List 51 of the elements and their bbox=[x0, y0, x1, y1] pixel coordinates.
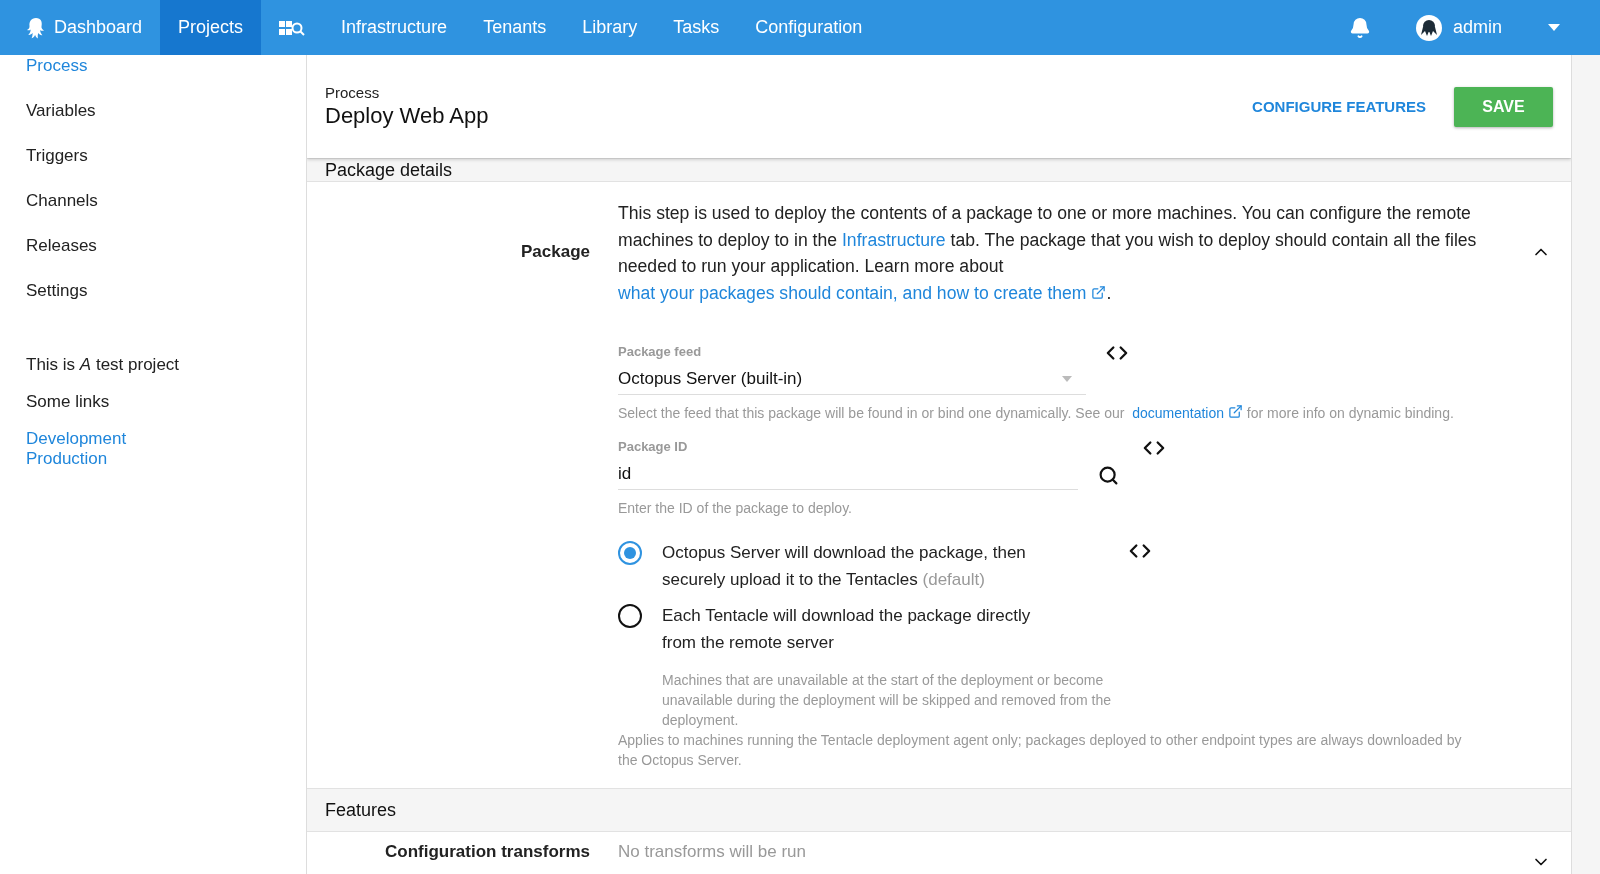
nav-link[interactable]: Infrastructure bbox=[323, 0, 466, 55]
sidebar-item[interactable]: Triggers bbox=[26, 145, 306, 190]
help-text: Applies to machines running the Tentacle deployment agent only; packages deployed to other endpoint types are always downloaded by the Octopus Server. bbox=[618, 731, 1463, 770]
search-icon[interactable] bbox=[1098, 465, 1119, 486]
section-title: Package details bbox=[325, 159, 453, 181]
external-link-icon bbox=[1091, 284, 1107, 300]
radio-button[interactable] bbox=[618, 541, 642, 565]
dropdown-caret-icon bbox=[1062, 376, 1072, 382]
links-heading: Some links bbox=[26, 392, 111, 412]
grid-search-icon bbox=[279, 18, 306, 37]
sidebar-item[interactable]: Process bbox=[26, 55, 306, 100]
nav-link[interactable]: Tenants bbox=[465, 0, 565, 55]
nav-link[interactable]: Projects bbox=[160, 0, 262, 55]
row-summary: No transforms will be run bbox=[618, 842, 806, 861]
configure-features-button[interactable]: CONFIGURE FEATURES bbox=[1246, 97, 1432, 116]
nav-link[interactable]: Library bbox=[564, 0, 656, 55]
package-id-field[interactable]: Package ID id bbox=[618, 437, 1078, 490]
page-title: Deploy Web App bbox=[325, 103, 489, 129]
octopus-logo-icon bbox=[26, 16, 46, 39]
user-menu[interactable]: admin bbox=[1414, 13, 1560, 42]
row-label: Configuration transforms bbox=[384, 841, 590, 862]
description-link[interactable]: to create them bbox=[974, 282, 1107, 303]
sidebar-link[interactable]: Production bbox=[26, 449, 306, 469]
package-description: This step is used to deploy the contents of a package to one or more machines. You can configure the remote machines to deploy to in the Infrastructure tab. The package that you wish to deploy should contain all the files needed to run your application. Learn more about what your packages should contain, and how to create them . bbox=[618, 202, 1478, 305]
documentation-link[interactable]: documentation bbox=[1132, 405, 1243, 421]
description-link[interactable]: what your packages should contain, and how bbox=[618, 282, 970, 303]
help-text: Enter the ID of the package to deploy. bbox=[618, 499, 853, 518]
save-button[interactable]: SAVE bbox=[1454, 86, 1553, 127]
radio-button[interactable] bbox=[618, 604, 642, 628]
sidebar-item[interactable]: Settings bbox=[26, 280, 306, 325]
nav-link[interactable]: Tasks bbox=[655, 0, 738, 55]
radio-label: Octopus Server will download the package, then securely upload it to the Tentacles (default) bbox=[662, 542, 1027, 591]
breadcrumb: Process bbox=[325, 84, 381, 101]
nav-link[interactable]: Configuration bbox=[737, 0, 881, 55]
project-description: This is A test project bbox=[26, 355, 181, 375]
sidebar-item[interactable]: Releases bbox=[26, 235, 306, 280]
radio-label: Each Tentacle will download the package directly from the remote server bbox=[662, 605, 1032, 654]
package-feed-select[interactable]: Package feed Octopus Server (built-in) bbox=[618, 342, 1086, 395]
section-title: Features bbox=[325, 799, 397, 821]
help-text: Select the feed that this package will be found in or bind one dynamically. See our documentation for more info on dynamic binding. bbox=[618, 403, 1455, 423]
sidebar-item[interactable]: Channels bbox=[26, 190, 306, 235]
caret-icon bbox=[1548, 23, 1560, 32]
sidebar-link[interactable]: Development bbox=[26, 429, 306, 449]
help-text: Machines that are unavailable at the start of the deployment or become unavailable during the deployment will be skipped and removed from the deployment. bbox=[661, 671, 1113, 730]
nav-link[interactable]: Dashboard bbox=[8, 0, 161, 55]
external-link-icon bbox=[1227, 404, 1243, 419]
row-label: Package bbox=[520, 241, 590, 263]
description-link[interactable]: Infrastructure bbox=[841, 229, 946, 250]
sidebar-item[interactable]: Variables bbox=[26, 100, 306, 145]
avatar-icon bbox=[1414, 13, 1443, 42]
notifications-icon[interactable] bbox=[1348, 16, 1371, 39]
